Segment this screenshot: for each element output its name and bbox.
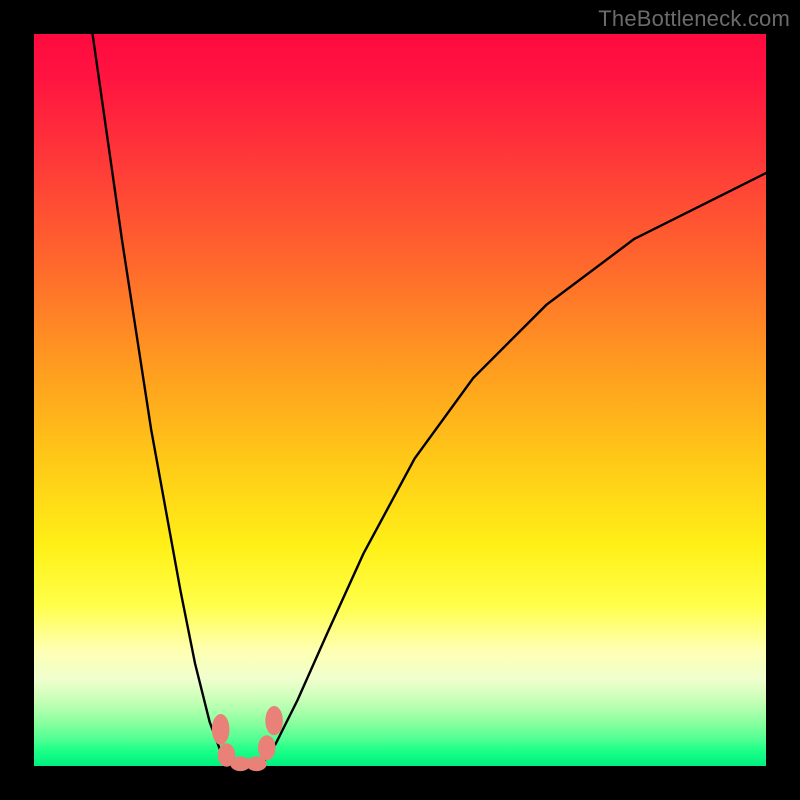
blob-left-upper xyxy=(212,714,230,745)
bottleneck-curve xyxy=(93,34,766,766)
curve-group xyxy=(93,34,766,766)
chart-frame: TheBottleneck.com xyxy=(0,0,800,800)
plot-area xyxy=(34,34,766,766)
chart-svg xyxy=(34,34,766,766)
blob-group xyxy=(212,706,283,771)
watermark-text: TheBottleneck.com xyxy=(598,6,790,32)
blob-right-lower xyxy=(258,735,276,760)
blob-right-upper xyxy=(265,706,283,735)
